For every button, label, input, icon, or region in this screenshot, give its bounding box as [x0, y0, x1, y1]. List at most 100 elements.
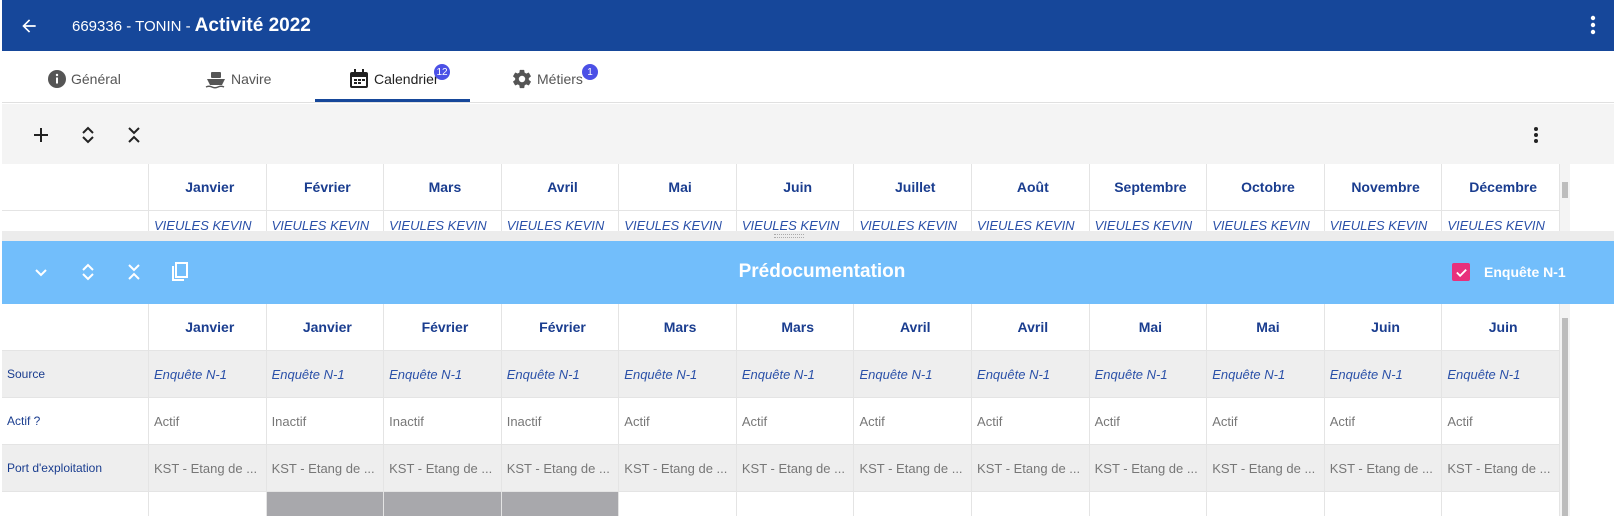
month-header[interactable]: Février	[266, 164, 385, 211]
port-cell[interactable]: KST - Etang de ...	[501, 445, 620, 492]
port-cell[interactable]: KST - Etang de ...	[266, 445, 385, 492]
source-cell[interactable]: Enquête N-1	[619, 351, 737, 398]
month-header[interactable]: Mars	[736, 304, 855, 351]
month-header[interactable]: Mars	[619, 304, 737, 351]
actif-cell[interactable]: Inactif	[266, 398, 385, 445]
actif-cell[interactable]: Actif	[1442, 398, 1560, 445]
source-cell[interactable]: Enquête N-1	[1324, 351, 1443, 398]
expand-all-button[interactable]	[77, 124, 99, 146]
predoc-scrollbar[interactable]	[1560, 304, 1570, 516]
add-button[interactable]	[30, 124, 52, 146]
month-header[interactable]: Juin	[1442, 304, 1560, 351]
month-header[interactable]: Août	[972, 164, 1090, 211]
month-header[interactable]: Janvier	[266, 304, 385, 351]
month-header[interactable]: Février	[384, 304, 502, 351]
grid-cell[interactable]	[619, 492, 737, 516]
source-cell[interactable]: Enquête N-1	[854, 351, 973, 398]
port-cell[interactable]: KST - Etang de ...	[1089, 445, 1208, 492]
grid-cell[interactable]	[854, 492, 973, 516]
grid-cell[interactable]	[737, 492, 855, 516]
grid-cell[interactable]: VIEULES KEVIN	[619, 211, 737, 231]
grid-cell[interactable]: VIEULES KEVIN	[972, 211, 1090, 231]
month-header[interactable]: Janvier	[148, 164, 267, 211]
split-divider[interactable]	[2, 231, 1614, 241]
back-button[interactable]	[2, 0, 56, 51]
tab-calendrier[interactable]: Calendrier	[348, 55, 439, 103]
source-cell[interactable]: Enquête N-1	[1442, 351, 1560, 398]
grid-cell[interactable]: VIEULES KEVIN	[854, 211, 973, 231]
port-cell[interactable]: KST - Etang de ...	[1207, 445, 1325, 492]
month-header[interactable]: Avril	[501, 164, 620, 211]
port-cell[interactable]: KST - Etang de ...	[736, 445, 855, 492]
source-cell[interactable]: Enquête N-1	[1089, 351, 1208, 398]
grid-cell[interactable]: VIEULES KEVIN	[1207, 211, 1325, 231]
port-cell[interactable]: KST - Etang de ...	[1324, 445, 1443, 492]
grid-cell[interactable]: VIEULES KEVIN	[149, 211, 267, 231]
grid-cell[interactable]: VIEULES KEVIN	[737, 211, 855, 231]
month-header[interactable]: Décembre	[1442, 164, 1560, 211]
month-header[interactable]: Mars	[384, 164, 502, 211]
port-cell[interactable]: KST - Etang de ...	[972, 445, 1090, 492]
app-header: 669336 - TONIN - Activité 2022	[2, 0, 1614, 51]
source-cell[interactable]: Enquête N-1	[148, 351, 267, 398]
grid-cell[interactable]: VIEULES KEVIN	[1325, 211, 1443, 231]
grid-cell[interactable]	[149, 492, 267, 516]
port-cell[interactable]: KST - Etang de ...	[148, 445, 267, 492]
month-header[interactable]: Janvier	[148, 304, 267, 351]
grid-cell[interactable]: VIEULES KEVIN	[502, 211, 620, 231]
actif-cell[interactable]: Actif	[619, 398, 737, 445]
source-cell[interactable]: Enquête N-1	[1207, 351, 1325, 398]
actif-cell[interactable]: Actif	[1324, 398, 1443, 445]
calendar-scrollbar[interactable]	[1560, 164, 1570, 231]
month-header[interactable]: Mai	[1089, 304, 1208, 351]
month-header[interactable]: Février	[501, 304, 620, 351]
actif-cell[interactable]: Actif	[148, 398, 267, 445]
source-cell[interactable]: Enquête N-1	[266, 351, 385, 398]
port-cell[interactable]: KST - Etang de ...	[384, 445, 502, 492]
tab-navire[interactable]: Navire	[205, 55, 271, 103]
grid-cell[interactable]: VIEULES KEVIN	[1442, 211, 1560, 231]
month-header[interactable]: Mai	[619, 164, 737, 211]
drag-handle-icon[interactable]	[774, 234, 804, 238]
month-header[interactable]: Juillet	[854, 164, 973, 211]
grid-cell[interactable]	[1090, 492, 1208, 516]
header-more-button[interactable]	[1590, 15, 1596, 40]
month-header[interactable]: Juin	[1324, 304, 1443, 351]
scrollbar-thumb[interactable]	[1562, 318, 1568, 516]
actif-cell[interactable]: Inactif	[384, 398, 502, 445]
grid-cell[interactable]	[1442, 492, 1560, 516]
port-cell[interactable]: KST - Etang de ...	[619, 445, 737, 492]
month-header[interactable]: Septembre	[1089, 164, 1208, 211]
enquete-checkbox-label[interactable]: Enquête N-1	[1484, 264, 1566, 280]
source-cell[interactable]: Enquête N-1	[501, 351, 620, 398]
actif-cell[interactable]: Actif	[854, 398, 973, 445]
grid-cell[interactable]	[1325, 492, 1443, 516]
source-cell[interactable]: Enquête N-1	[972, 351, 1090, 398]
port-cell[interactable]: KST - Etang de ...	[1442, 445, 1560, 492]
actif-cell[interactable]: Inactif	[501, 398, 620, 445]
enquete-checkbox[interactable]	[1452, 263, 1470, 281]
port-cell[interactable]: KST - Etang de ...	[854, 445, 973, 492]
month-header[interactable]: Octobre	[1207, 164, 1325, 211]
collapse-all-button[interactable]	[123, 124, 145, 146]
scrollbar-thumb[interactable]	[1562, 182, 1568, 198]
source-cell[interactable]: Enquête N-1	[384, 351, 502, 398]
month-header[interactable]: Avril	[854, 304, 973, 351]
actif-cell[interactable]: Actif	[972, 398, 1090, 445]
actif-cell[interactable]: Actif	[1207, 398, 1325, 445]
grid-cell[interactable]	[1207, 492, 1325, 516]
grid-cell[interactable]: VIEULES KEVIN	[384, 211, 502, 231]
actif-cell[interactable]: Actif	[1089, 398, 1208, 445]
grid-cell[interactable]	[972, 492, 1090, 516]
grid-cell[interactable]: VIEULES KEVIN	[267, 211, 385, 231]
grid-cell[interactable]: VIEULES KEVIN	[1090, 211, 1208, 231]
source-cell[interactable]: Enquête N-1	[736, 351, 855, 398]
actif-cell[interactable]: Actif	[736, 398, 855, 445]
month-header[interactable]: Novembre	[1324, 164, 1443, 211]
month-header[interactable]: Avril	[972, 304, 1090, 351]
month-header[interactable]: Juin	[736, 164, 855, 211]
tab-metiers[interactable]: Métiers	[511, 55, 583, 103]
month-header[interactable]: Mai	[1207, 304, 1325, 351]
tab-general[interactable]: Général	[47, 55, 121, 103]
toolbar-more-button[interactable]	[1525, 124, 1547, 146]
